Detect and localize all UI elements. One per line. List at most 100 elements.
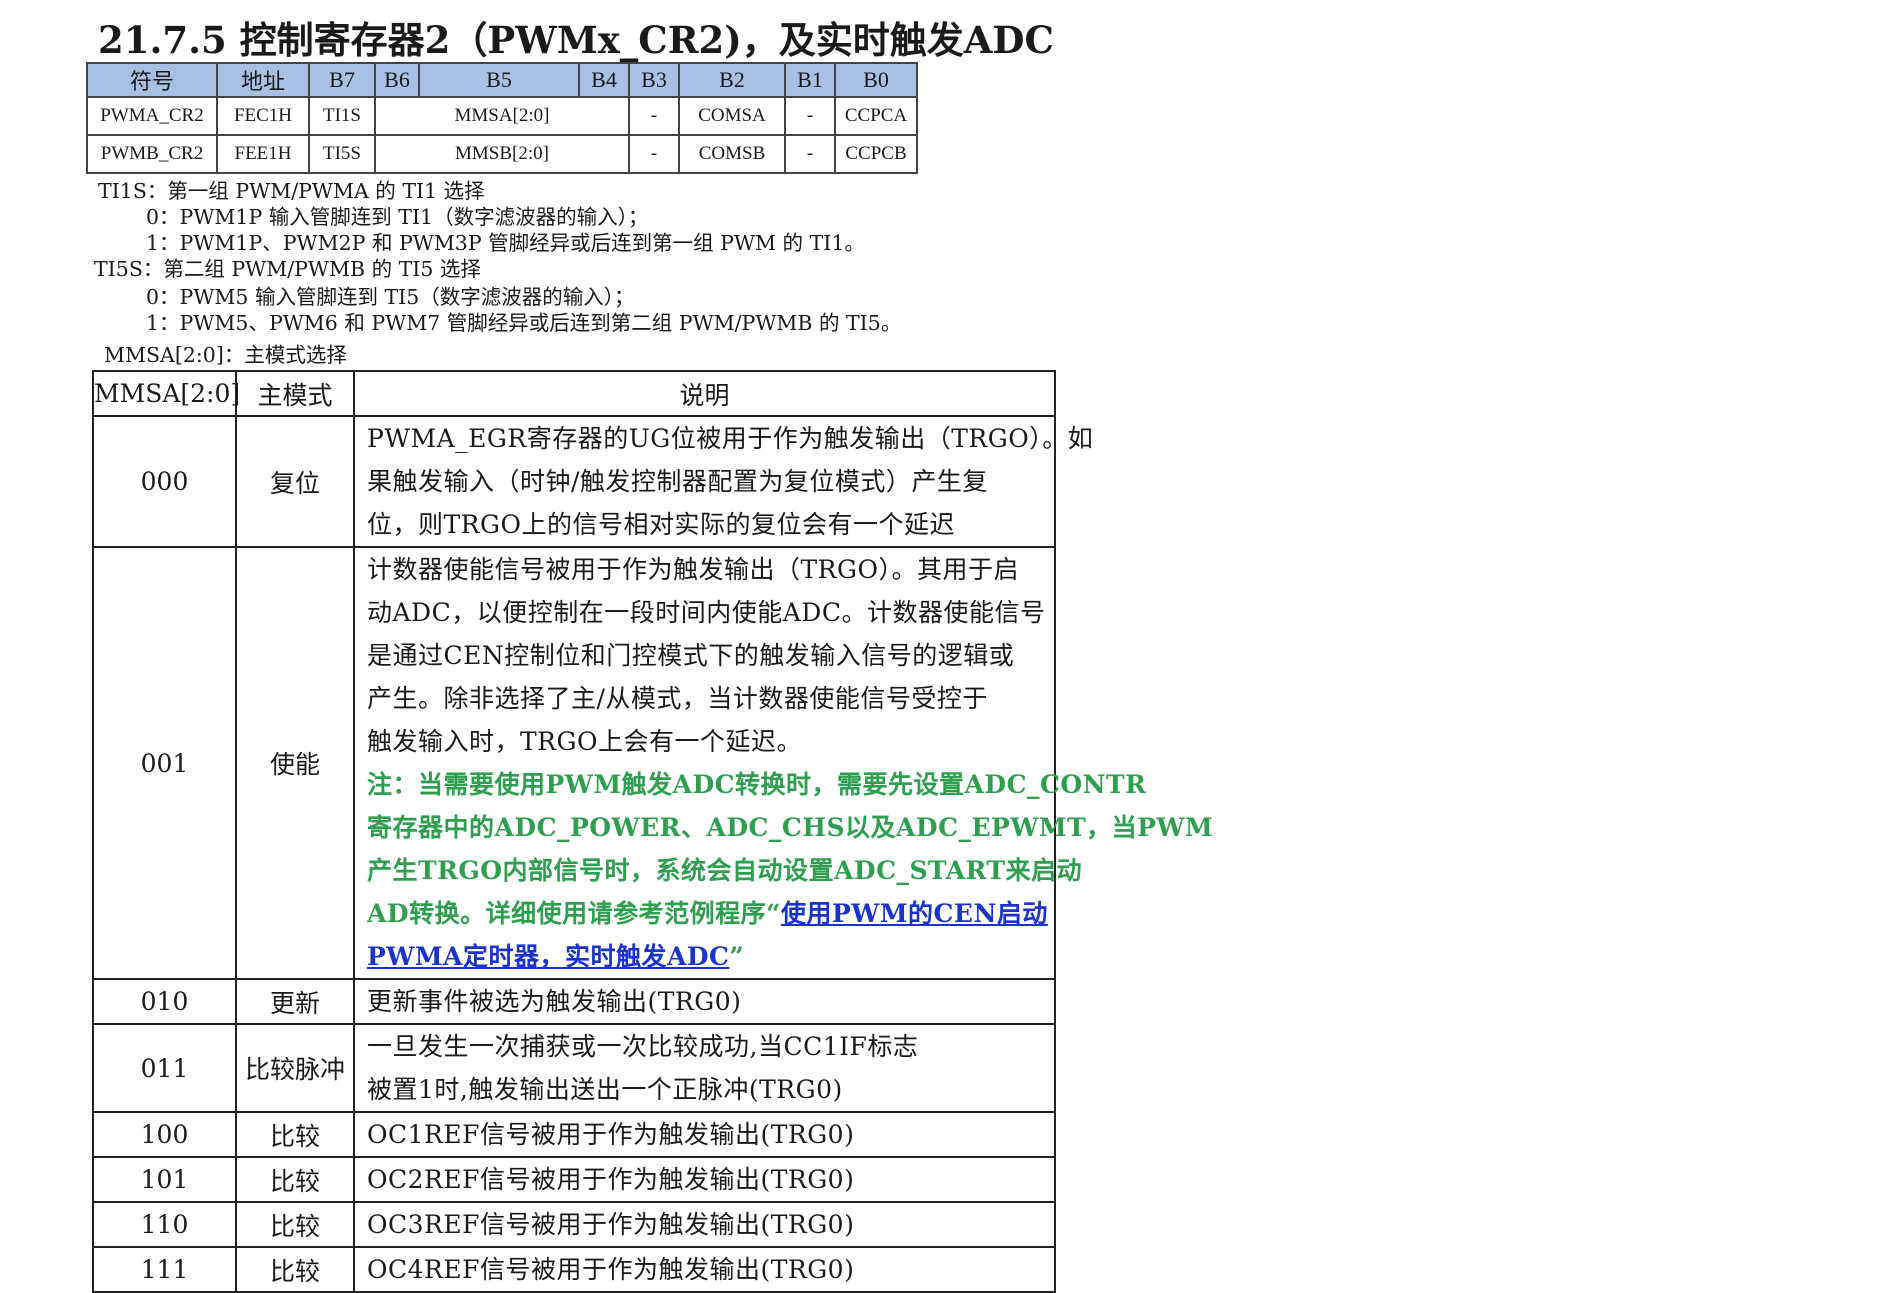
register-b7: TI1S <box>308 96 376 136</box>
header-description: 说明 <box>353 370 1056 417</box>
description-line: 触发输入时，TRGO上会有一个延迟。 <box>367 727 802 756</box>
mmsa-row: 000 复位 PWMA_EGR寄存器的UG位被用于作为触发输出（TRGO）。如 … <box>92 415 1094 548</box>
mmsa-code: 111 <box>92 1246 237 1293</box>
register-header-row: 符号 地址 B7 B6 B5 B4 B3 B2 B1 B0 <box>86 62 918 98</box>
example-program-link[interactable]: 使用PWM的CEN启动 <box>781 899 1048 928</box>
header-b2: B2 <box>678 62 786 98</box>
register-symbol: PWMB_CR2 <box>86 134 218 174</box>
description-line: OC3REF信号被用于作为触发输出(TRG0) <box>367 1210 855 1239</box>
description-line: OC1REF信号被用于作为触发输出(TRG0) <box>367 1120 855 1149</box>
mmsa-description: 计数器使能信号被用于作为触发输出（TRGO）。其用于启 动ADC，以便控制在一段… <box>353 546 1214 980</box>
mmsa-description: OC2REF信号被用于作为触发输出(TRG0) <box>353 1156 1056 1203</box>
mmsa-mode: 比较 <box>235 1111 355 1158</box>
ti1s-option-0: 0：PWM1P 输入管脚连到 TI1（数字滤波器的输入）； <box>146 205 649 229</box>
mmsa-row: 110 比较 OC3REF信号被用于作为触发输出(TRG0) <box>92 1201 1056 1248</box>
mmsa-header-row: MMSA[2:0] 主模式 说明 <box>92 370 1056 417</box>
register-address: FEC1H <box>216 96 310 136</box>
header-b5: B5 <box>418 62 580 98</box>
header-b7: B7 <box>308 62 376 98</box>
mmsa-code: 100 <box>92 1111 237 1158</box>
register-b0: CCPCB <box>834 134 918 174</box>
mmsa-table: MMSA[2:0] 主模式 说明 000 复位 PWMA_EGR寄存器的UG位被… <box>92 370 1214 1293</box>
mmsa-code: 011 <box>92 1023 237 1113</box>
header-b3: B3 <box>628 62 680 98</box>
register-table: 符号 地址 B7 B6 B5 B4 B3 B2 B1 B0 PWMA_CR2 F… <box>86 62 918 174</box>
mmsa-code: 010 <box>92 978 237 1025</box>
description-line: 被置1时,触发输出送出一个正脉冲(TRG0) <box>367 1075 843 1104</box>
mmsa-mode: 使能 <box>235 546 355 980</box>
description-line: 动ADC，以便控制在一段时间内使能ADC。计数器使能信号 <box>367 598 1046 627</box>
ti1s-title: TI1S：第一组 PWM/PWMA 的 TI1 选择 <box>98 179 485 203</box>
description-line: 一旦发生一次捕获或一次比较成功,当CC1IF标志 <box>367 1032 919 1061</box>
mmsa-description: PWMA_EGR寄存器的UG位被用于作为触发输出（TRGO）。如 果触发输入（时… <box>353 415 1094 548</box>
description-line: 是通过CEN控制位和门控模式下的触发输入信号的逻辑或 <box>367 641 1015 670</box>
mmsa-code: 110 <box>92 1201 237 1248</box>
header-b4: B4 <box>578 62 630 98</box>
header-mode: 主模式 <box>235 370 355 417</box>
header-symbol: 符号 <box>86 62 218 98</box>
note-line: 寄存器中的ADC_POWER、ADC_CHS以及ADC_EPWMT，当PWM <box>367 813 1214 842</box>
description-line: 产生。除非选择了主/从模式，当计数器使能信号受控于 <box>367 684 988 713</box>
mmsa-mode: 比较 <box>235 1156 355 1203</box>
description-line: 计数器使能信号被用于作为触发输出（TRGO）。其用于启 <box>367 555 1019 584</box>
register-b6-b4: MMSB[2:0] <box>374 134 630 174</box>
description-line: PWMA_EGR寄存器的UG位被用于作为触发输出（TRGO）。如 <box>367 424 1094 453</box>
description-line: OC4REF信号被用于作为触发输出(TRG0) <box>367 1255 855 1284</box>
register-row: PWMB_CR2 FEE1H TI5S MMSB[2:0] - COMSB - … <box>86 134 918 174</box>
register-b7: TI5S <box>308 134 376 174</box>
header-mmsa: MMSA[2:0] <box>92 370 240 417</box>
mmsa-mode: 比较 <box>235 1246 355 1293</box>
mmsa-description: 一旦发生一次捕获或一次比较成功,当CC1IF标志 被置1时,触发输出送出一个正脉… <box>353 1023 1056 1113</box>
header-b1: B1 <box>784 62 836 98</box>
register-b6-b4: MMSA[2:0] <box>374 96 630 136</box>
mmsa-mode: 复位 <box>235 415 355 548</box>
mmsa-row: 100 比较 OC1REF信号被用于作为触发输出(TRG0) <box>92 1111 1056 1158</box>
note-line: 注：当需要使用PWM触发ADC转换时，需要先设置ADC_CONTR <box>367 770 1147 799</box>
mmsa-description: 更新事件被选为触发输出(TRG0) <box>353 978 1056 1025</box>
register-b3: - <box>628 96 680 136</box>
register-row: PWMA_CR2 FEC1H TI1S MMSA[2:0] - COMSA - … <box>86 96 918 136</box>
register-symbol: PWMA_CR2 <box>86 96 218 136</box>
register-b0: CCPCA <box>834 96 918 136</box>
mmsa-mode: 比较 <box>235 1201 355 1248</box>
note-line: 产生TRGO内部信号时，系统会自动设置ADC_START来启动 <box>367 856 1083 885</box>
mmsa-description: OC4REF信号被用于作为触发输出(TRG0) <box>353 1246 1056 1293</box>
register-b1: - <box>784 134 836 174</box>
mmsa-code: 101 <box>92 1156 237 1203</box>
header-address: 地址 <box>216 62 310 98</box>
mmsa-mode: 比较脉冲 <box>235 1023 355 1113</box>
mmsa-code: 001 <box>92 546 237 980</box>
description-line: 果触发输入（时钟/触发控制器配置为复位模式）产生复 <box>367 467 988 496</box>
mmsa-row: 001 使能 计数器使能信号被用于作为触发输出（TRGO）。其用于启 动ADC，… <box>92 546 1214 980</box>
section-heading: 21.7.5 控制寄存器2（PWMx_CR2)，及实时触发ADC <box>98 18 1054 62</box>
mmsa-row: 111 比较 OC4REF信号被用于作为触发输出(TRG0) <box>92 1246 1056 1293</box>
ti5s-option-0: 0：PWM5 输入管脚连到 TI5（数字滤波器的输入）； <box>146 285 635 309</box>
register-address: FEE1H <box>216 134 310 174</box>
register-b2: COMSB <box>678 134 786 174</box>
example-program-link[interactable]: PWMA定时器，实时触发ADC <box>367 942 729 971</box>
note-line: AD转换。详细使用请参考范例程序“使用PWM的CEN启动 <box>367 892 1047 935</box>
quote-open: “ <box>766 899 781 928</box>
quote-close: ” <box>729 942 745 971</box>
header-b6: B6 <box>374 62 420 98</box>
mmsa-mode: 更新 <box>235 978 355 1025</box>
ti1s-option-1: 1：PWM1P、PWM2P 和 PWM3P 管脚经异或后连到第一组 PWM 的 … <box>146 231 865 255</box>
mmsa-row: 010 更新 更新事件被选为触发输出(TRG0) <box>92 978 1056 1025</box>
header-b0: B0 <box>834 62 918 98</box>
note-line: PWMA定时器，实时触发ADC” <box>367 935 1042 978</box>
description-line: OC2REF信号被用于作为触发输出(TRG0) <box>367 1165 855 1194</box>
mmsa-description: OC3REF信号被用于作为触发输出(TRG0) <box>353 1201 1056 1248</box>
mmsa-title: MMSA[2:0]：主模式选择 <box>104 343 347 367</box>
ti5s-title: TI5S：第二组 PWM/PWMB 的 TI5 选择 <box>94 257 481 281</box>
description-line: 更新事件被选为触发输出(TRG0) <box>367 987 742 1016</box>
note-line-text: AD转换。详细使用请参考范例程序 <box>367 899 767 928</box>
mmsa-row: 101 比较 OC2REF信号被用于作为触发输出(TRG0) <box>92 1156 1056 1203</box>
ti5s-option-1: 1：PWM5、PWM6 和 PWM7 管脚经异或后连到第二组 PWM/PWMB … <box>146 311 902 335</box>
mmsa-code: 000 <box>92 415 237 548</box>
mmsa-row: 011 比较脉冲 一旦发生一次捕获或一次比较成功,当CC1IF标志 被置1时,触… <box>92 1023 1056 1113</box>
register-b3: - <box>628 134 680 174</box>
mmsa-description: OC1REF信号被用于作为触发输出(TRG0) <box>353 1111 1056 1158</box>
register-b2: COMSA <box>678 96 786 136</box>
register-b1: - <box>784 96 836 136</box>
description-line: 位，则TRGO上的信号相对实际的复位会有一个延迟 <box>367 510 955 539</box>
